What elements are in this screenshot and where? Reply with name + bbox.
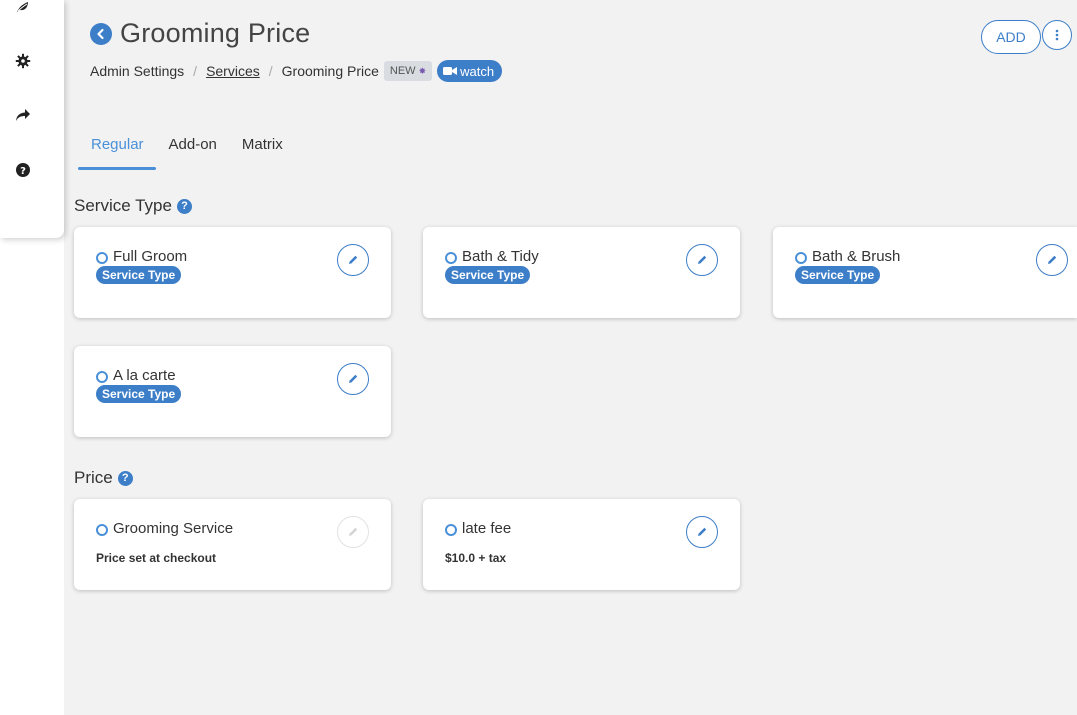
question-circle-icon[interactable]: ?	[13, 160, 33, 180]
add-button[interactable]: ADD	[981, 20, 1041, 54]
service-type-badge: Service Type	[96, 266, 182, 284]
radio-circle-icon[interactable]	[795, 252, 807, 264]
service-card-bath-brush[interactable]: Bath & Brush Service Type	[773, 227, 1077, 318]
breadcrumb-separator: /	[193, 63, 198, 79]
pencil-icon	[698, 527, 707, 536]
card-title: late fee	[462, 520, 512, 537]
new-badge-label: NEW	[389, 65, 416, 77]
sparkle-icon: ✸	[418, 65, 427, 76]
pencil-icon	[1048, 255, 1057, 264]
card-title: Bath & Brush	[812, 248, 901, 265]
service-type-title: Service Type	[74, 196, 172, 215]
radio-circle-icon[interactable]	[96, 371, 108, 383]
price-card-grooming-service[interactable]: Grooming Service Price set at checkout	[74, 499, 391, 590]
price-title: Price	[74, 468, 113, 487]
service-type-heading: Service Type ?	[74, 196, 192, 216]
radio-circle-icon[interactable]	[96, 524, 108, 536]
back-arrow-icon[interactable]	[90, 22, 112, 45]
card-title: A la carte	[113, 367, 176, 384]
sidebar: ?	[0, 0, 64, 238]
pencil-icon	[349, 374, 358, 383]
breadcrumb: Admin Settings / Services / Grooming Pri…	[90, 60, 503, 82]
svg-text:?: ?	[20, 166, 26, 177]
vertical-ellipsis-icon	[1055, 29, 1059, 41]
share-icon[interactable]	[13, 105, 33, 125]
edit-button[interactable]	[337, 363, 369, 395]
radio-circle-icon[interactable]	[445, 252, 457, 264]
price-heading: Price ?	[74, 468, 133, 488]
help-icon[interactable]: ?	[117, 470, 133, 486]
radio-circle-icon[interactable]	[445, 524, 457, 536]
card-title: Bath & Tidy	[462, 248, 539, 265]
edit-button[interactable]	[686, 516, 718, 548]
price-card-late-fee[interactable]: late fee $10.0 + tax	[423, 499, 740, 590]
service-type-badge: Service Type	[96, 385, 182, 403]
breadcrumb-root: Admin Settings	[90, 63, 185, 79]
edit-button[interactable]	[337, 244, 369, 276]
pencil-icon	[349, 255, 358, 264]
tab-matrix[interactable]: Matrix	[229, 130, 295, 170]
watch-label: watch	[460, 63, 495, 79]
price-detail: $10.0 + tax	[445, 551, 507, 565]
service-card-bath-tidy[interactable]: Bath & Tidy Service Type	[423, 227, 740, 318]
tab-bar: Regular Add-on Matrix	[78, 130, 295, 170]
help-icon[interactable]: ?	[176, 198, 192, 214]
gear-icon[interactable]	[13, 51, 33, 71]
price-detail: Price set at checkout	[96, 551, 217, 565]
watch-button[interactable]: watch	[437, 60, 503, 82]
service-type-badge: Service Type	[445, 266, 531, 284]
edit-button[interactable]	[1036, 244, 1068, 276]
video-camera-icon	[443, 67, 458, 75]
pencil-icon	[349, 527, 358, 536]
page-header: Grooming Price Admin Settings / Services…	[90, 0, 1077, 100]
tab-regular[interactable]: Regular	[78, 130, 156, 170]
edit-button-disabled	[337, 516, 369, 548]
service-card-a-la-carte[interactable]: A la carte Service Type	[74, 346, 391, 437]
edit-button[interactable]	[686, 244, 718, 276]
breadcrumb-current: Grooming Price	[281, 63, 379, 79]
page-title: Grooming Price	[120, 18, 311, 48]
tab-add-on[interactable]: Add-on	[156, 130, 229, 170]
breadcrumb-separator: /	[268, 63, 273, 79]
service-card-full-groom[interactable]: Full Groom Service Type	[74, 227, 391, 318]
card-title: Grooming Service	[113, 520, 234, 537]
new-badge: NEW ✸	[383, 61, 433, 81]
title-row: Grooming Price	[90, 18, 310, 49]
pencil-icon	[698, 255, 707, 264]
more-options-button[interactable]	[1042, 20, 1072, 50]
leaf-icon[interactable]	[13, 0, 33, 16]
radio-circle-icon[interactable]	[96, 252, 108, 264]
card-title: Full Groom	[113, 248, 188, 265]
breadcrumb-services-link[interactable]: Services	[206, 63, 260, 79]
service-type-badge: Service Type	[795, 266, 881, 284]
